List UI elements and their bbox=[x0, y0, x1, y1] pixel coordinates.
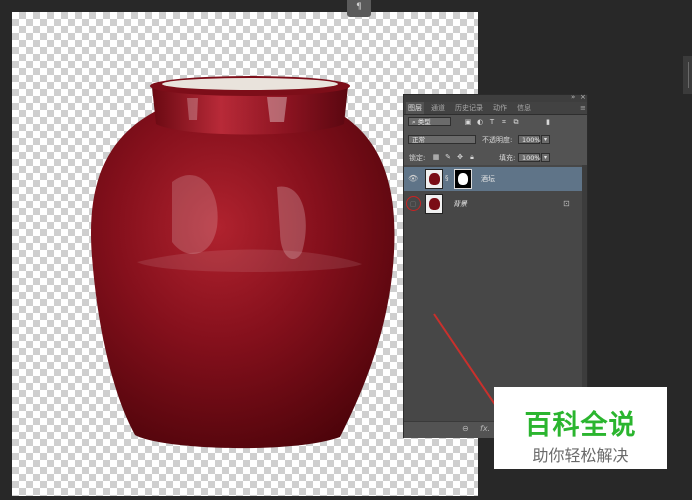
opacity-dropdown-button[interactable]: ▾ bbox=[541, 135, 550, 144]
fill-label: 填充: bbox=[499, 154, 516, 162]
blend-mode-select[interactable]: 正常 bbox=[408, 135, 476, 144]
tab-channels[interactable]: 通道 bbox=[429, 102, 447, 114]
collapse-icon[interactable]: » bbox=[571, 93, 575, 101]
opacity-label: 不透明度: bbox=[482, 136, 513, 144]
lock-transparency-icon[interactable]: ▦ bbox=[432, 153, 440, 161]
fill-value: 100% bbox=[522, 154, 541, 162]
opacity-input[interactable]: 100% bbox=[518, 135, 541, 144]
blend-mode-value: 正常 bbox=[412, 136, 425, 144]
layer-thumbnail bbox=[425, 169, 443, 189]
shape-filter-icon[interactable]: ⌗ bbox=[500, 118, 508, 126]
tab-layers[interactable]: 图层 bbox=[406, 102, 424, 114]
lock-icon: ⊡ bbox=[563, 199, 570, 208]
panel-tabs: 图层 通道 历史记录 动作 信息 ≡ bbox=[404, 102, 587, 115]
layer-thumbnail bbox=[425, 194, 443, 214]
layer-row-background[interactable]: ▢ 背景 ⊡ bbox=[404, 192, 582, 216]
annotation-circle bbox=[406, 196, 421, 211]
type-filter-icon[interactable]: T bbox=[488, 118, 496, 126]
adjustment-filter-icon[interactable]: ◐ bbox=[476, 118, 484, 126]
fill-dropdown-button[interactable]: ▾ bbox=[541, 153, 550, 162]
layer-name[interactable]: 背景 bbox=[453, 199, 467, 209]
watermark-subtitle: 助你轻松解决 bbox=[532, 446, 629, 465]
tab-info[interactable]: 信息 bbox=[515, 102, 533, 114]
panel-titlebar[interactable]: » × bbox=[404, 93, 587, 102]
lock-all-icon[interactable]: 🔒︎ bbox=[468, 153, 476, 161]
opacity-value: 100% bbox=[522, 136, 541, 144]
filter-value: 类型 bbox=[417, 118, 431, 126]
filter-toggle-icon[interactable]: ▮ bbox=[544, 118, 552, 126]
tab-history[interactable]: 历史记录 bbox=[453, 102, 485, 114]
panel-menu-icon[interactable]: ≡ bbox=[578, 102, 588, 114]
layers-scrollbar[interactable] bbox=[582, 165, 587, 421]
lock-position-icon[interactable]: ✥ bbox=[456, 153, 464, 161]
layer-row-jar[interactable]: 👁︎ § 酒坛 bbox=[404, 167, 582, 191]
lock-image-icon[interactable]: ✎ bbox=[444, 153, 452, 161]
eye-icon[interactable]: 👁︎ bbox=[408, 174, 418, 184]
layer-filter-select[interactable]: ⌕ 类型 bbox=[408, 117, 451, 126]
watermark-title: 百科全说 bbox=[524, 410, 637, 441]
lock-label: 锁定: bbox=[409, 154, 426, 162]
layer-name[interactable]: 酒坛 bbox=[481, 174, 495, 184]
close-icon[interactable]: × bbox=[580, 93, 586, 101]
watermark-logo: 百科全说 助你轻松解决 bbox=[494, 387, 667, 469]
link-layers-icon[interactable]: ⊖ bbox=[462, 424, 469, 433]
paragraph-icon[interactable]: ¶ bbox=[347, 0, 371, 17]
pixel-filter-icon[interactable]: ▣ bbox=[464, 118, 472, 126]
smartobject-filter-icon[interactable]: ⧉ bbox=[512, 118, 520, 126]
tab-actions[interactable]: 动作 bbox=[491, 102, 509, 114]
panel-strip-divider bbox=[688, 62, 689, 88]
fill-input[interactable]: 100% bbox=[518, 153, 541, 162]
chain-icon[interactable]: § bbox=[445, 174, 449, 182]
fx-icon[interactable]: fx. bbox=[480, 424, 490, 433]
layer-mask-thumbnail[interactable] bbox=[454, 169, 472, 189]
